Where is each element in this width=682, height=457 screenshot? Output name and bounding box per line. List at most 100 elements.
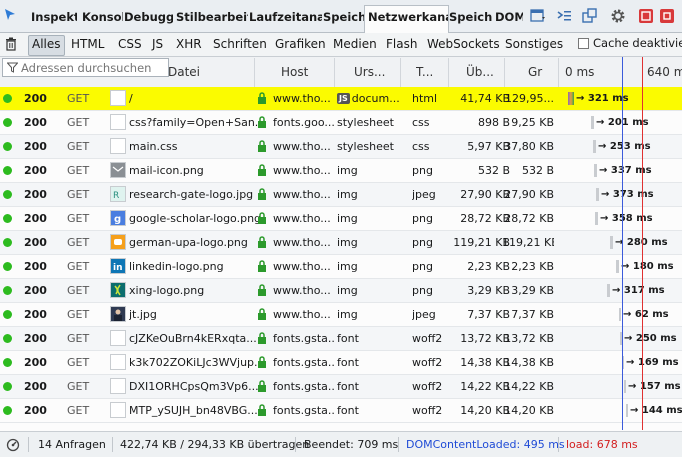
filter-flash[interactable]: Flash bbox=[383, 35, 420, 54]
secure-lock-icon bbox=[258, 188, 266, 200]
request-row[interactable]: 200 GET DXI1ORHCpsQm3Vp6... fonts.gsta... fo… bbox=[0, 375, 682, 399]
request-row[interactable]: 200 GET / www.tho... JS docum... html 41,74 KB 1… bbox=[0, 87, 682, 111]
request-method: GET bbox=[67, 140, 90, 153]
request-host: www.tho... bbox=[273, 308, 331, 321]
responsive-mode-icon[interactable] bbox=[581, 8, 597, 24]
linkedin-icon: in bbox=[110, 258, 126, 274]
request-row[interactable]: 200 GET MTP_ySUJH_bn48VBG... fonts.gsta... f… bbox=[0, 399, 682, 423]
filter-media[interactable]: Medien bbox=[330, 35, 380, 54]
filter-websockets[interactable]: WebSockets bbox=[424, 35, 503, 54]
blank-icon bbox=[110, 90, 126, 106]
request-row[interactable]: 200 GET css?family=Open+San... fonts.goo...… bbox=[0, 111, 682, 135]
request-method: GET bbox=[67, 332, 90, 345]
close-icon[interactable] bbox=[659, 8, 675, 24]
status-ok-icon bbox=[3, 214, 12, 223]
google-icon: g bbox=[110, 210, 126, 226]
tab-debugger[interactable]: Debugg bbox=[121, 6, 173, 28]
request-size: 37,80 KB bbox=[504, 140, 554, 153]
request-transferred: 27,90 KB bbox=[460, 188, 510, 201]
dock-side-icon[interactable] bbox=[638, 8, 654, 24]
request-row[interactable]: 200 GET g google-scholar-logo.png www.tho...… bbox=[0, 207, 682, 231]
request-cause-label: font bbox=[337, 332, 359, 345]
request-transferred: 41,74 KB bbox=[460, 92, 510, 105]
request-transferred: 532 B bbox=[477, 164, 510, 177]
filter-fonts[interactable]: Schriften bbox=[210, 35, 270, 54]
column-cause[interactable]: Urs... bbox=[354, 58, 394, 86]
column-type[interactable]: T... bbox=[416, 58, 446, 86]
request-row[interactable]: 200 GET in linkedin-logo.png www.tho... img pn… bbox=[0, 255, 682, 279]
request-cause: JS docum... bbox=[337, 87, 399, 110]
filter-xhr[interactable]: XHR bbox=[173, 35, 205, 54]
blank-icon bbox=[110, 330, 126, 346]
request-host: www.tho... bbox=[273, 236, 331, 249]
secure-lock-icon bbox=[258, 284, 266, 296]
tabs-overflow-icon[interactable] bbox=[530, 8, 546, 24]
tab-inspector[interactable]: Inspekt bbox=[28, 6, 77, 28]
request-transferred: 14,20 KB bbox=[460, 404, 510, 417]
timing-bar bbox=[616, 260, 619, 273]
column-transferred[interactable]: Üb... bbox=[466, 58, 502, 86]
request-row[interactable]: 200 GET jt.jpg www.tho... img jpeg 7,37 KB 7,37… bbox=[0, 303, 682, 327]
tab-dom[interactable]: DOM bbox=[492, 6, 523, 28]
timing-bar bbox=[593, 140, 596, 153]
disable-cache-checkbox[interactable] bbox=[578, 38, 589, 49]
column-size[interactable]: Gr bbox=[528, 58, 552, 86]
status-ok-icon bbox=[3, 406, 12, 415]
status-ok-icon bbox=[3, 382, 12, 391]
request-cause: font bbox=[337, 399, 399, 422]
request-row[interactable]: 200 GET cJZKeOuBrn4kERxqta... fonts.gsta...… bbox=[0, 327, 682, 351]
tab-storage[interactable]: Speich bbox=[446, 6, 493, 28]
disable-cache-label: Cache deaktivieren bbox=[593, 36, 682, 50]
request-row[interactable]: 200 GET german-upa-logo.png www.tho... img pn… bbox=[0, 231, 682, 255]
request-file: / bbox=[129, 92, 133, 105]
settings-gear-icon[interactable] bbox=[610, 8, 626, 24]
request-duration: → 253 ms bbox=[598, 141, 651, 152]
load-time: load: 678 ms bbox=[566, 438, 638, 451]
request-host: www.tho... bbox=[273, 212, 331, 225]
split-console-icon[interactable] bbox=[556, 8, 572, 24]
request-row[interactable]: 200 GET main.css www.tho... stylesheet css 5,9… bbox=[0, 135, 682, 159]
tab-performance[interactable]: Laufzeitanal bbox=[246, 6, 322, 28]
request-row[interactable]: 200 GET xing-logo.png www.tho... img png 3,29 … bbox=[0, 279, 682, 303]
filter-html[interactable]: HTML bbox=[68, 35, 107, 54]
request-row[interactable]: 200 GET mail-icon.png www.tho... img png 532 B… bbox=[0, 159, 682, 183]
tab-style-editor[interactable]: Stilbearbeit bbox=[173, 6, 248, 28]
request-cause-label: img bbox=[337, 236, 358, 249]
tab-network[interactable]: Netzwerkana bbox=[364, 5, 449, 34]
request-cause-label: img bbox=[337, 260, 358, 273]
filter-all[interactable]: Alles bbox=[28, 35, 65, 56]
trash-icon[interactable] bbox=[4, 37, 18, 51]
performance-analysis-icon[interactable] bbox=[6, 438, 20, 452]
timing-bar bbox=[610, 236, 613, 249]
request-cause: img bbox=[337, 183, 399, 206]
request-status: 200 bbox=[24, 404, 47, 417]
request-size: 14,22 KB bbox=[504, 380, 554, 393]
request-method: GET bbox=[67, 380, 90, 393]
network-status-bar: 14 Anfragen 422,74 KB / 294,33 KB übertr… bbox=[0, 431, 682, 457]
request-status: 200 bbox=[24, 284, 47, 297]
filter-other[interactable]: Sonstiges bbox=[502, 35, 566, 54]
url-search-input[interactable] bbox=[2, 58, 169, 77]
tab-console[interactable]: Konsol bbox=[79, 6, 123, 28]
request-host: www.tho... bbox=[273, 164, 331, 177]
request-duration: → 62 ms bbox=[623, 309, 669, 320]
request-duration: → 337 ms bbox=[599, 165, 652, 176]
element-picker-icon[interactable] bbox=[3, 8, 17, 22]
filter-js[interactable]: JS bbox=[149, 35, 166, 54]
column-file[interactable]: Datei bbox=[168, 58, 208, 86]
status-ok-icon bbox=[3, 358, 12, 367]
request-duration: → 144 ms bbox=[630, 405, 682, 416]
filter-css[interactable]: CSS bbox=[115, 35, 145, 54]
status-separator bbox=[558, 437, 559, 452]
filter-images[interactable]: Grafiken bbox=[272, 35, 329, 54]
secure-lock-icon bbox=[258, 212, 266, 224]
request-cause-label: img bbox=[337, 308, 358, 321]
request-row[interactable]: 200 GET Rresearch-gate-logo.jpg www.tho... i… bbox=[0, 183, 682, 207]
tab-memory[interactable]: Speich bbox=[320, 6, 367, 28]
status-ok-icon bbox=[3, 310, 12, 319]
request-status: 200 bbox=[24, 116, 47, 129]
request-row[interactable]: 200 GET k3k702ZOKiLJc3WVjup... fonts.gsta..… bbox=[0, 351, 682, 375]
request-file: mail-icon.png bbox=[129, 164, 204, 177]
request-status: 200 bbox=[24, 140, 47, 153]
column-host[interactable]: Host bbox=[281, 58, 321, 86]
